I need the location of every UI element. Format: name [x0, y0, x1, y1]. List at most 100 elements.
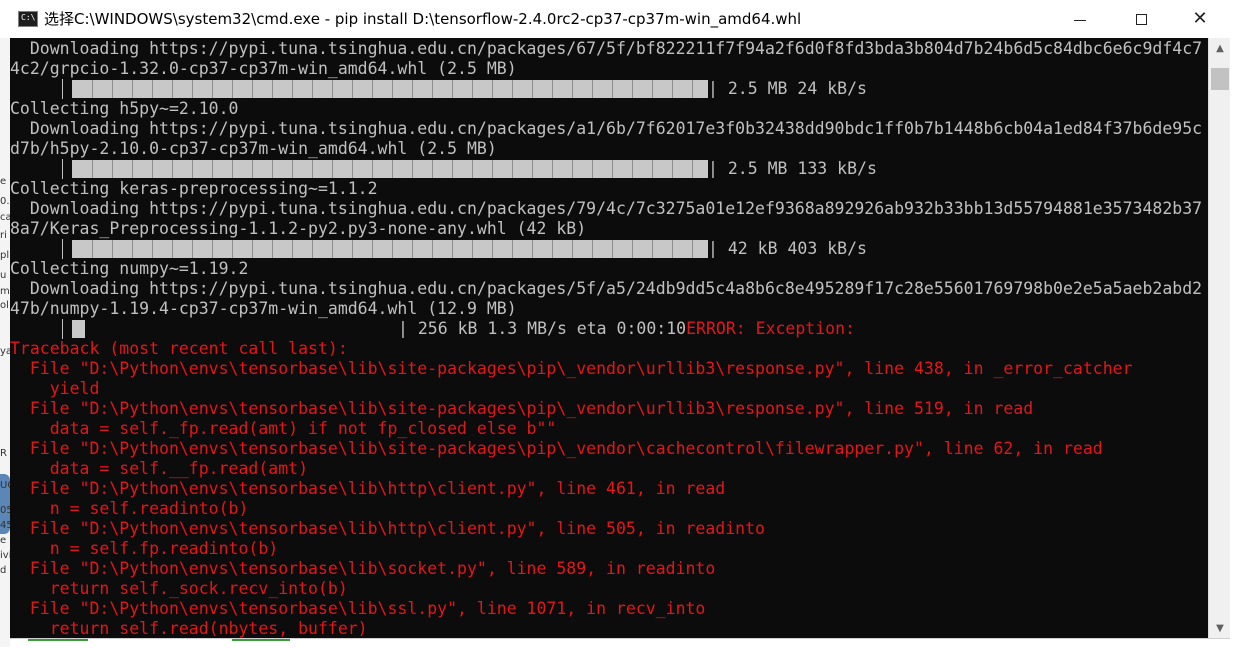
- traceback-line: n = self.fp.readinto(b): [10, 539, 279, 558]
- progress-bar-segment: [692, 80, 693, 98]
- progress-bar-segment: [152, 80, 153, 98]
- close-button[interactable]: ✕: [1177, 0, 1223, 38]
- console-line: 8a7/Keras_Preprocessing-1.1.2-py2.py3-no…: [10, 219, 587, 238]
- progress-bar-segment: [412, 80, 413, 98]
- progress-bar-segment: [92, 80, 93, 98]
- progress-bar-fill: [72, 160, 708, 178]
- console-output[interactable]: Downloading https://pypi.tuna.tsinghua.e…: [10, 38, 1208, 638]
- progress-bar-segment: [372, 160, 373, 178]
- progress-bar-segment: [352, 160, 353, 178]
- traceback-line: return self.read(nbytes, buffer): [10, 619, 368, 638]
- progress-bar-segment: [632, 80, 633, 98]
- progress-bar-segment: [652, 80, 653, 98]
- progress-bar-segment: [332, 240, 333, 258]
- traceback-line: File "D:\Python\envs\tensorbase\lib\ssl.…: [10, 599, 706, 618]
- progress-bar-segment: [612, 160, 613, 178]
- progress-bar-segment: [192, 80, 193, 98]
- progress-bar-segment: [292, 80, 293, 98]
- progress-bar-fill: [72, 240, 708, 258]
- progress-bar-segment: [472, 160, 473, 178]
- progress-bar-fill: [72, 80, 708, 98]
- progress-bar-segment: [272, 80, 273, 98]
- progress-bar-segment: [412, 240, 413, 258]
- background-taskbar-accent: [232, 639, 290, 641]
- progress-bar-segment: [452, 240, 453, 258]
- close-icon: ✕: [1192, 8, 1208, 29]
- background-window-text: ri: [0, 230, 7, 241]
- console-line: Downloading https://pypi.tuna.tsinghua.e…: [10, 39, 1203, 58]
- maximize-button[interactable]: [1118, 0, 1164, 38]
- progress-bar-segment: [692, 160, 693, 178]
- progress-bar-segment: [152, 240, 153, 258]
- progress-bar-start: [62, 79, 63, 99]
- progress-bar-segment: [312, 240, 313, 258]
- progress-bar-segment: [432, 160, 433, 178]
- minimize-button[interactable]: [1057, 0, 1103, 38]
- progress-bar-segment: [332, 160, 333, 178]
- progress-bar-segment: [132, 240, 133, 258]
- background-window-text: m: [0, 286, 10, 297]
- progress-bar-segment: [172, 80, 173, 98]
- error-label: ERROR: Exception:: [686, 319, 855, 338]
- progress-bar-segment: [592, 240, 593, 258]
- window-title: 选择C:\WINDOWS\system32\cmd.exe - pip inst…: [44, 10, 802, 28]
- progress-text: | 256 kB 1.3 MB/s eta 0:00:10ERROR: Exce…: [398, 319, 855, 338]
- progress-bar-segment: [532, 160, 533, 178]
- title-bar[interactable]: C:\ 选择C:\WINDOWS\system32\cmd.exe - pip …: [0, 0, 1239, 38]
- traceback-line: File "D:\Python\envs\tensorbase\lib\site…: [10, 439, 1103, 458]
- console-line: 47b/numpy-1.19.4-cp37-cp37m-win_amd64.wh…: [10, 299, 517, 318]
- progress-bar-segment: [592, 80, 593, 98]
- progress-bar-segment: [232, 80, 233, 98]
- progress-bar-segment: [392, 240, 393, 258]
- progress-bar-segment: [212, 240, 213, 258]
- console-line: Collecting keras-preprocessing~=1.1.2: [10, 179, 378, 198]
- progress-bar-segment: [612, 240, 613, 258]
- progress-bar-segment: [352, 80, 353, 98]
- progress-bar-segment: [172, 160, 173, 178]
- progress-bar-segment: [432, 240, 433, 258]
- progress-bar-segment: [392, 80, 393, 98]
- console-line: Downloading https://pypi.tuna.tsinghua.e…: [10, 119, 1203, 138]
- progress-bar-segment: [532, 80, 533, 98]
- progress-bar-segment: [232, 160, 233, 178]
- background-window-edge: e 0. ca ri pl u m ol ya R UC 05 45 e ivi d: [0, 38, 14, 647]
- console-line: d7b/h5py-2.10.0-cp37-cp37m-win_amd64.whl…: [10, 139, 497, 158]
- progress-bar-segment: [512, 240, 513, 258]
- vertical-scrollbar[interactable]: ▲ ▼: [1208, 38, 1231, 638]
- scroll-up-arrow[interactable]: ▲: [1209, 38, 1231, 58]
- progress-bar-segment: [192, 240, 193, 258]
- minimize-icon: [1074, 19, 1086, 21]
- progress-bar-start: [62, 239, 63, 259]
- traceback-line: data = self._fp.read(amt) if not fp_clos…: [10, 419, 557, 438]
- scroll-down-arrow[interactable]: ▼: [1209, 618, 1231, 638]
- progress-bar-segment: [612, 80, 613, 98]
- traceback-line: File "D:\Python\envs\tensorbase\lib\site…: [10, 359, 1133, 378]
- progress-bar-segment: [112, 160, 113, 178]
- progress-bar-segment: [552, 240, 553, 258]
- progress-bar-segment: [652, 240, 653, 258]
- progress-bar-segment: [132, 80, 133, 98]
- progress-bar-segment: [272, 160, 273, 178]
- traceback-line: File "D:\Python\envs\tensorbase\lib\sock…: [10, 559, 716, 578]
- scroll-thumb[interactable]: [1211, 68, 1229, 90]
- progress-bar-segment: [572, 80, 573, 98]
- console-line: 4c2/grpcio-1.32.0-cp37-cp37m-win_amd64.w…: [10, 59, 517, 78]
- progress-bar-segment: [292, 160, 293, 178]
- progress-bar-segment: [452, 160, 453, 178]
- background-window-text: pl: [0, 250, 10, 261]
- console-line: Collecting numpy~=1.19.2: [10, 259, 249, 278]
- background-window-text: u: [0, 270, 7, 281]
- background-window-text: R: [0, 448, 7, 459]
- traceback-line: File "D:\Python\envs\tensorbase\lib\http…: [10, 479, 726, 498]
- progress-bar-segment: [572, 240, 573, 258]
- progress-bar-segment: [472, 240, 473, 258]
- console-line: Downloading https://pypi.tuna.tsinghua.e…: [10, 279, 1203, 298]
- progress-bar-segment: [112, 80, 113, 98]
- progress-bar-segment: [152, 160, 153, 178]
- progress-bar-segment: [132, 160, 133, 178]
- traceback-line: File "D:\Python\envs\tensorbase\lib\site…: [10, 399, 1034, 418]
- background-window-text: e: [0, 176, 7, 187]
- background-window-text: ol: [0, 300, 9, 311]
- progress-bar-segment: [652, 160, 653, 178]
- progress-bar-segment: [172, 240, 173, 258]
